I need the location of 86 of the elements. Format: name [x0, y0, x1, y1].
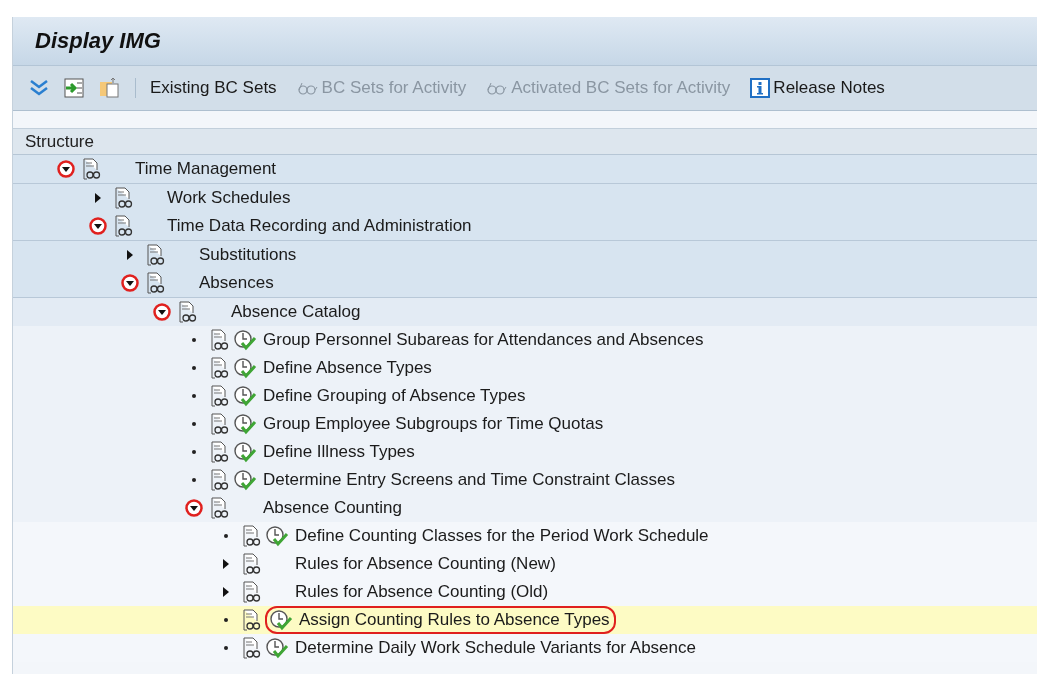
clock-check-icon[interactable] — [233, 385, 257, 407]
document-glasses-icon — [241, 637, 261, 659]
tree-row[interactable]: Define Grouping of Absence Types — [13, 382, 1037, 410]
clock-check-icon[interactable] — [233, 329, 257, 351]
tree-node-label[interactable]: Define Grouping of Absence Types — [261, 386, 528, 406]
expand-toggle-icon[interactable] — [94, 193, 102, 203]
toolbar-button[interactable]: Existing BC Sets — [150, 78, 283, 98]
collapse-toggle-icon[interactable] — [153, 303, 171, 321]
bullet-icon — [192, 338, 196, 342]
clock-check-icon[interactable] — [269, 609, 293, 631]
clock-check-icon[interactable] — [233, 441, 257, 463]
document-glasses-icon — [145, 272, 165, 294]
document-glasses-icon — [145, 244, 165, 266]
collapse-toggle-icon[interactable] — [185, 499, 203, 517]
bullet-icon — [224, 618, 228, 622]
bullet-icon — [224, 646, 228, 650]
tree-node-label[interactable]: Absence Catalog — [229, 302, 363, 322]
collapse-toggle-icon[interactable] — [121, 274, 139, 292]
arrow-into-panel-icon[interactable] — [63, 78, 85, 98]
collapse-toggle-icon[interactable] — [89, 217, 107, 235]
bullet-icon — [192, 394, 196, 398]
tree-row[interactable]: Group Personnel Subareas for Attendances and Absences — [13, 326, 1037, 354]
bullet-icon — [192, 422, 196, 426]
document-glasses-icon — [241, 581, 261, 603]
tree-node-label[interactable]: Determine Daily Work Schedule Variants for Absence — [293, 638, 698, 658]
glasses-icon — [296, 81, 319, 95]
folder-page-icon[interactable] — [99, 78, 121, 98]
bullet-icon — [192, 366, 196, 370]
tree-row[interactable]: Absence Catalog — [13, 297, 1037, 326]
selected-tree-row[interactable]: Assign Counting Rules to Absence Types — [13, 606, 1037, 634]
document-glasses-icon — [209, 413, 229, 435]
document-glasses-icon — [209, 497, 229, 519]
tree-row[interactable]: Work Schedules — [13, 183, 1037, 212]
tree-row[interactable]: Determine Entry Screens and Time Constraint Classes — [13, 466, 1037, 494]
expand-toggle-icon[interactable] — [222, 559, 230, 569]
glasses-icon — [486, 81, 509, 95]
bullet-icon — [192, 478, 196, 482]
expand-toggle-icon[interactable] — [222, 587, 230, 597]
tree-node-label[interactable]: Rules for Absence Counting (New) — [293, 554, 558, 574]
document-glasses-icon — [113, 187, 133, 209]
document-glasses-icon — [241, 525, 261, 547]
bullet-icon — [192, 450, 196, 454]
tree-node-label[interactable]: Define Absence Types — [261, 358, 434, 378]
expand-toggle-icon[interactable] — [126, 250, 134, 260]
clock-check-icon[interactable] — [233, 469, 257, 491]
document-glasses-icon — [209, 469, 229, 491]
info-icon — [750, 78, 771, 98]
column-header: Structure — [13, 128, 1037, 155]
document-glasses-icon — [177, 301, 197, 323]
document-glasses-icon — [209, 385, 229, 407]
document-glasses-icon — [209, 357, 229, 379]
tree-node-label[interactable]: Time Data Recording and Administration — [165, 216, 474, 236]
tree-node-label[interactable]: Rules for Absence Counting (Old) — [293, 582, 551, 602]
tree-node-label[interactable]: Substitutions — [197, 245, 299, 265]
document-glasses-icon — [81, 158, 101, 180]
tree-row[interactable]: Time Data Recording and Administration — [13, 212, 1037, 240]
clock-check-icon[interactable] — [265, 637, 289, 659]
clock-check-icon[interactable] — [233, 357, 257, 379]
tree-node-label[interactable]: Work Schedules — [165, 188, 293, 208]
toolbar-button[interactable]: Release Notes — [750, 78, 891, 98]
clock-check-icon[interactable] — [233, 413, 257, 435]
tree-row[interactable]: Define Illness Types — [13, 438, 1037, 466]
tree-row[interactable]: Substitutions — [13, 240, 1037, 269]
tree-node-label[interactable]: Absence Counting — [261, 498, 404, 518]
tree-node-label[interactable]: Group Personnel Subareas for Attendances and Absences — [261, 330, 706, 350]
tree-node-label[interactable]: Define Illness Types — [261, 442, 417, 462]
tree-row[interactable]: Absences — [13, 269, 1037, 297]
tree-node-label[interactable]: Determine Entry Screens and Time Constraint Classes — [261, 470, 677, 490]
tree-node-label[interactable]: Time Management — [133, 159, 279, 179]
collapse-toggle-icon[interactable] — [57, 160, 75, 178]
document-glasses-icon — [241, 609, 261, 631]
window-title: Display IMG — [35, 28, 161, 54]
double-chevron-icon[interactable] — [29, 79, 49, 97]
tree-node-label[interactable]: Absences — [197, 273, 276, 293]
document-glasses-icon — [209, 329, 229, 351]
document-glasses-icon — [241, 553, 261, 575]
document-glasses-icon — [209, 441, 229, 463]
clock-check-icon[interactable] — [265, 525, 289, 547]
bullet-icon — [224, 534, 228, 538]
tree-row[interactable]: Group Employee Subgroups for Time Quotas — [13, 410, 1037, 438]
tree-row[interactable]: Absence Counting — [13, 494, 1037, 522]
tree-row[interactable]: Time Management — [13, 155, 1037, 183]
tree-row[interactable]: Define Absence Types — [13, 354, 1037, 382]
tree-node-label[interactable]: Group Employee Subgroups for Time Quotas — [261, 414, 606, 434]
tree-node-label[interactable]: Define Counting Classes for the Period Work Schedule — [293, 526, 711, 546]
document-glasses-icon — [113, 215, 133, 237]
